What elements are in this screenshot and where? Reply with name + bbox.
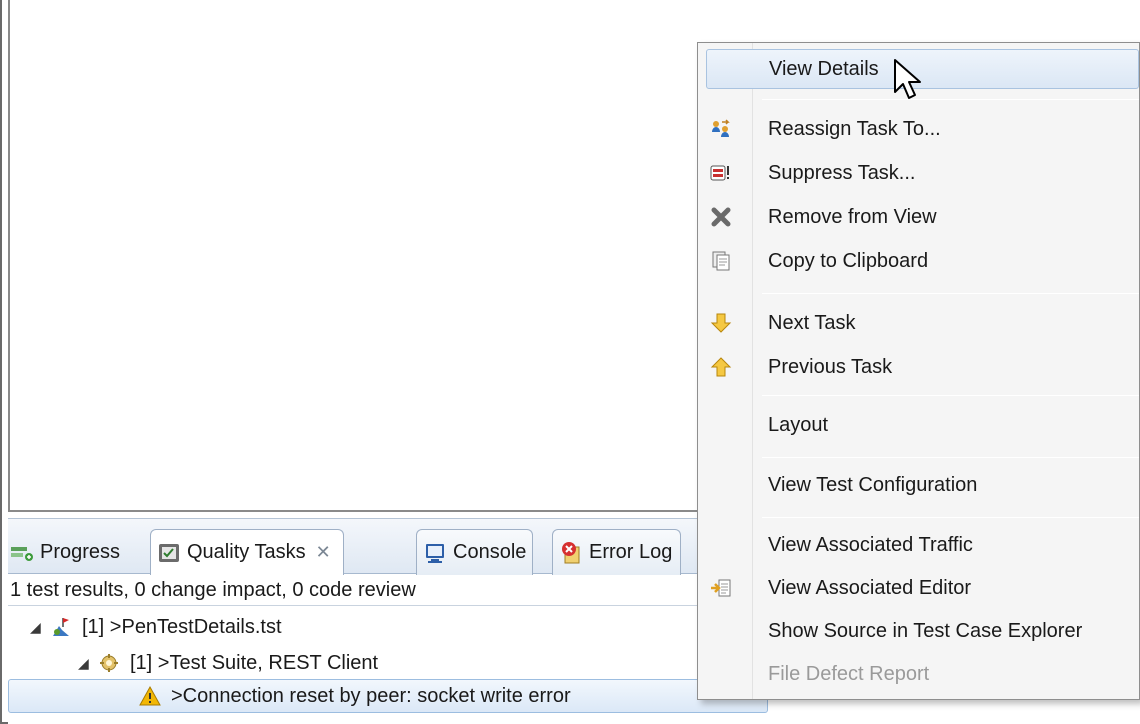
tab-console[interactable]: Console: [416, 529, 534, 575]
progress-icon: [10, 540, 34, 564]
menu-item-copy-to-clipboard[interactable]: Copy to Clipboard: [698, 241, 1139, 281]
menu-item-suppress-task[interactable]: Suppress Task...: [698, 153, 1139, 193]
menu-separator: [762, 293, 1139, 294]
menu-item-previous-task[interactable]: Previous Task: [698, 347, 1139, 387]
remove-icon: [710, 206, 732, 228]
suppress-icon: [710, 162, 732, 184]
menu-separator: [762, 99, 1139, 100]
context-menu: View Details Reassign Task To... Suppres…: [697, 42, 1140, 700]
menu-item-remove-from-view[interactable]: Remove from View: [698, 197, 1139, 237]
tab-progress-label: Progress: [40, 540, 121, 563]
console-icon: [423, 541, 447, 565]
menu-item-view-associated-editor[interactable]: View Associated Editor: [698, 568, 1139, 608]
arrow-down-icon: [710, 312, 732, 334]
clipboard-icon: [710, 250, 732, 272]
expand-arrow-icon[interactable]: ◢: [78, 655, 98, 672]
arrow-up-icon: [710, 356, 732, 378]
menu-item-label: Reassign Task To...: [768, 117, 941, 140]
menu-item-label: Previous Task: [768, 355, 893, 378]
test-file-icon: [50, 616, 72, 638]
menu-separator: [762, 517, 1139, 518]
reassign-icon: [710, 118, 732, 140]
tab-error-log[interactable]: Error Log: [552, 529, 682, 575]
quality-tasks-icon: [157, 541, 181, 565]
tab-progress[interactable]: Progress: [10, 529, 120, 575]
menu-item-file-defect-report: File Defect Report: [698, 654, 1139, 694]
tab-console-label: Console: [453, 541, 527, 563]
menu-item-label: View Test Configuration: [768, 473, 978, 496]
menu-item-view-associated-traffic[interactable]: View Associated Traffic: [698, 525, 1139, 565]
tree-row-label: >Connection reset by peer: socket write …: [171, 684, 571, 707]
menu-separator: [762, 395, 1139, 396]
menu-item-layout[interactable]: Layout: [698, 405, 1139, 445]
expand-arrow-icon[interactable]: ◢: [30, 619, 50, 636]
test-suite-icon: [98, 652, 120, 674]
tree-row[interactable]: ◢ [1] >PenTestDetails.tst: [30, 610, 282, 644]
menu-item-show-source[interactable]: Show Source in Test Case Explorer: [698, 611, 1139, 651]
tree-row-label: [1] >Test Suite, REST Client: [130, 651, 379, 674]
menu-item-label: View Associated Editor: [768, 576, 972, 599]
menu-item-view-test-configuration[interactable]: View Test Configuration: [698, 465, 1139, 505]
tree-row-selected[interactable]: >Connection reset by peer: socket write …: [8, 679, 768, 713]
menu-item-label: Layout: [768, 413, 829, 436]
tree-row-label: [1] >PenTestDetails.tst: [82, 615, 282, 638]
menu-item-label: Show Source in Test Case Explorer: [768, 619, 1083, 642]
menu-item-reassign-task[interactable]: Reassign Task To...: [698, 109, 1139, 149]
error-log-icon: [559, 541, 583, 565]
menu-separator: [762, 457, 1139, 458]
menu-item-label: View Details: [769, 57, 879, 80]
close-icon[interactable]: ✕: [316, 542, 331, 563]
menu-item-label: View Associated Traffic: [768, 533, 973, 556]
menu-item-label: File Defect Report: [768, 662, 930, 685]
tab-quality-tasks[interactable]: Quality Tasks ✕: [150, 529, 344, 575]
tab-quality-tasks-label: Quality Tasks: [187, 541, 306, 563]
tree-row[interactable]: ◢ [1] >Test Suite, REST Client: [78, 646, 378, 680]
editor-icon: [710, 577, 732, 599]
menu-item-label: Suppress Task...: [768, 161, 916, 184]
menu-item-label: Copy to Clipboard: [768, 249, 929, 272]
tab-error-log-label: Error Log: [589, 541, 673, 563]
menu-item-label: Remove from View: [768, 205, 937, 228]
menu-item-label: Next Task: [768, 311, 856, 334]
warning-icon: [139, 685, 161, 707]
mouse-cursor-icon: [894, 59, 921, 99]
menu-item-next-task[interactable]: Next Task: [698, 303, 1139, 343]
